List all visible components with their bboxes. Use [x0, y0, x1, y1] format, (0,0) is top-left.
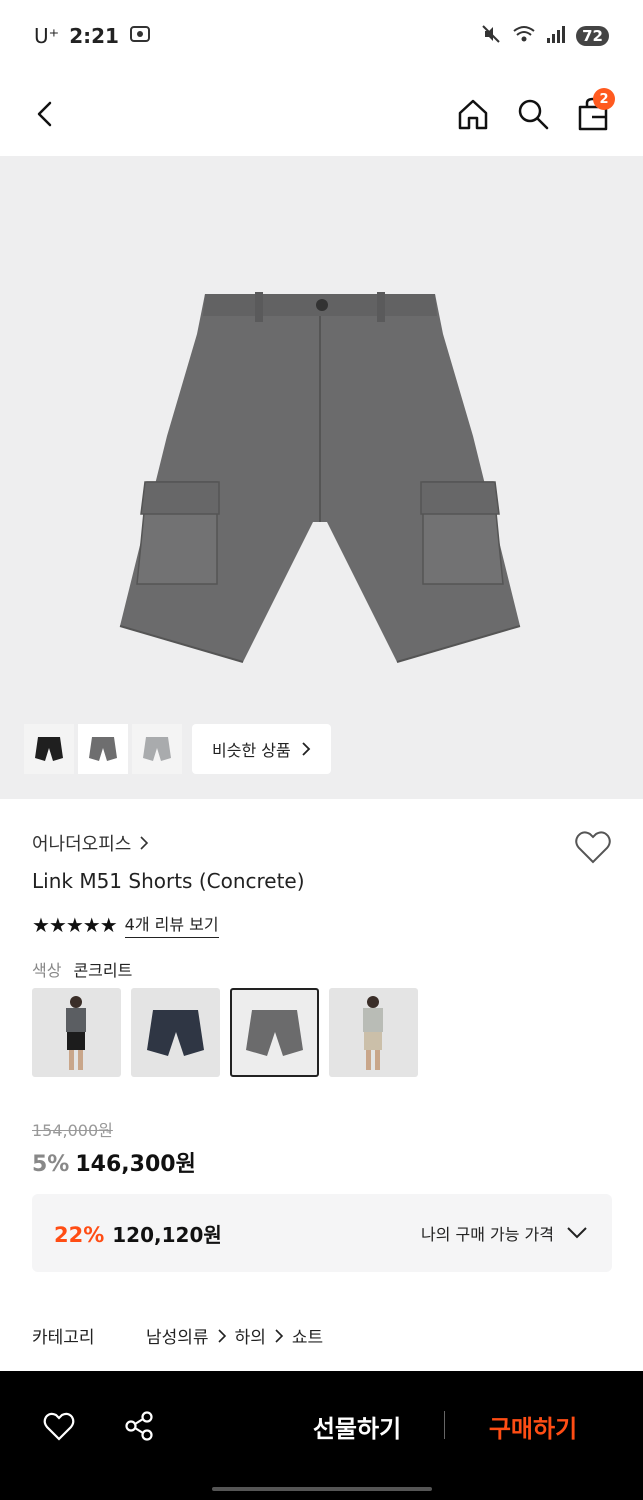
chevron-right-icon	[217, 1328, 226, 1343]
sale-price-row: 5% 146,300원	[32, 1146, 196, 1178]
status-bar: U⁺ 2:21 72	[0, 0, 643, 72]
color-option-navy[interactable]	[131, 988, 220, 1077]
home-button[interactable]	[449, 90, 497, 138]
wifi-icon	[512, 24, 536, 49]
color-options	[32, 988, 418, 1077]
best-price-dropdown[interactable]: 22% 120,120원 나의 구매 가능 가격	[32, 1194, 612, 1272]
color-option-model-beige[interactable]	[329, 988, 418, 1077]
rating-stars-icon: ★★★★★	[32, 912, 118, 937]
top-nav: 2	[0, 72, 643, 156]
thumbnail-black[interactable]	[24, 724, 74, 774]
best-price: 120,120원	[112, 1222, 222, 1247]
breadcrumb-item-mens-clothing[interactable]: 남성의류	[146, 1323, 209, 1348]
breadcrumb-item-shorts[interactable]: 쇼트	[292, 1323, 323, 1348]
battery-indicator: 72	[576, 26, 609, 46]
back-button[interactable]	[22, 90, 70, 138]
status-right: 72	[480, 24, 609, 49]
mute-icon	[480, 24, 502, 49]
similar-products-button[interactable]: 비슷한 상품	[192, 724, 331, 774]
home-indicator	[212, 1487, 432, 1491]
sale-price: 146,300원	[75, 1152, 196, 1177]
brand-name: 어나더오피스	[32, 834, 132, 855]
color-label: 색상	[32, 961, 62, 980]
share-icon	[125, 1411, 153, 1441]
bottom-action-bar: 선물하기 구매하기	[0, 1371, 643, 1500]
brand-link[interactable]: 어나더오피스	[32, 830, 149, 856]
best-price-label: 나의 구매 가능 가격	[420, 1225, 554, 1244]
color-option-concrete[interactable]	[230, 988, 319, 1077]
heart-icon	[43, 1412, 75, 1441]
best-price-values: 22% 120,120원	[54, 1219, 222, 1248]
best-discount-rate: 22%	[54, 1222, 105, 1247]
chevron-down-icon	[567, 1227, 587, 1239]
product-main-image	[115, 286, 525, 670]
product-image-gallery[interactable]: 비슷한 상품	[0, 156, 643, 799]
color-value: 콘크리트	[73, 961, 133, 980]
status-left: U⁺ 2:21	[34, 24, 151, 49]
gift-button[interactable]: 선물하기	[290, 1403, 424, 1449]
like-button[interactable]	[573, 828, 613, 868]
wishlist-button[interactable]	[41, 1408, 77, 1444]
carrier-label: U⁺	[34, 24, 60, 48]
color-option-model-black[interactable]	[32, 988, 121, 1077]
home-icon	[458, 99, 488, 130]
discount-rate: 5%	[32, 1152, 70, 1177]
search-button[interactable]	[509, 90, 557, 138]
thumbnail-strip: 비슷한 상품	[24, 724, 331, 774]
category-breadcrumb: 카테고리 남성의류 하의 쇼트	[32, 1323, 323, 1348]
share-button[interactable]	[121, 1408, 157, 1444]
search-icon	[518, 99, 549, 130]
thumbnail-light-gray[interactable]	[132, 724, 182, 774]
cart-count-badge: 2	[593, 88, 615, 110]
signal-icon	[546, 24, 566, 48]
chevron-right-icon	[140, 836, 149, 850]
buy-button[interactable]: 구매하기	[466, 1403, 600, 1449]
similar-products-label: 비슷한 상품	[212, 741, 291, 760]
rating-row: ★★★★★ 4개 리뷰 보기	[32, 911, 219, 938]
chevron-right-icon	[302, 742, 310, 756]
heart-icon	[575, 831, 611, 864]
thumbnail-concrete[interactable]	[78, 724, 128, 774]
review-link[interactable]: 4개 리뷰 보기	[124, 911, 219, 938]
product-title: Link M51 Shorts (Concrete)	[32, 869, 305, 893]
original-price: 154,000원	[32, 1121, 113, 1140]
chevron-right-icon	[275, 1328, 283, 1343]
color-row: 색상 콘크리트	[32, 957, 132, 981]
action-divider	[444, 1411, 445, 1439]
breadcrumb-item-bottoms[interactable]: 하의	[235, 1323, 266, 1348]
chevron-left-icon	[37, 101, 52, 127]
clock: 2:21	[69, 24, 119, 48]
category-label: 카테고리	[32, 1328, 95, 1348]
best-price-toggle: 나의 구매 가능 가격	[421, 1221, 588, 1245]
cart-button[interactable]: 2	[569, 88, 617, 138]
screenshot-icon	[129, 24, 151, 49]
